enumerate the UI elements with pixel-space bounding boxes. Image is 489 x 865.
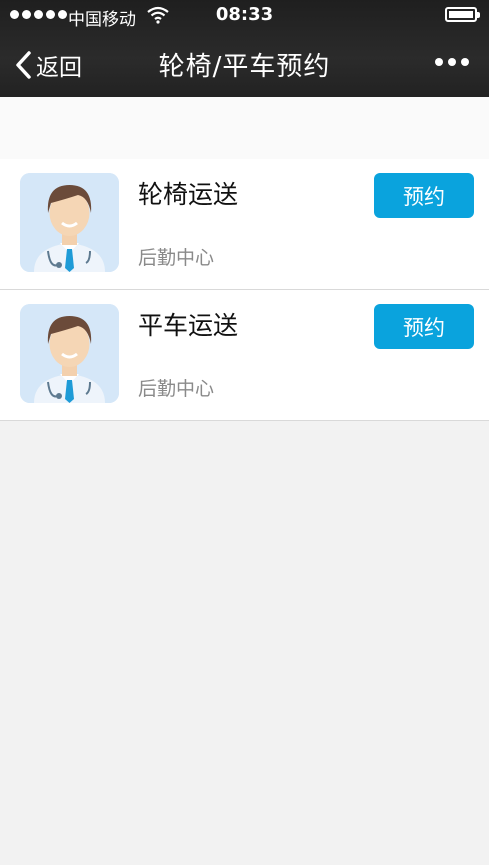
book-button[interactable]: 预约 (374, 304, 474, 349)
navigation-bar: 返回 轮椅/平车预约 (0, 32, 489, 97)
clock: 08:33 (215, 4, 274, 25)
more-options-icon[interactable] (435, 58, 469, 66)
doctor-avatar (20, 304, 119, 403)
page-title: 轮椅/平车预约 (158, 52, 331, 82)
doctor-avatar (20, 173, 119, 272)
status-bar: 中国移动 08:33 (0, 0, 489, 32)
list-item: 平车运送 后勤中心 预约 (0, 290, 489, 421)
list-item: 轮椅运送 后勤中心 预约 (0, 159, 489, 290)
book-button[interactable]: 预约 (374, 173, 474, 218)
battery-icon (445, 7, 480, 22)
department-label: 后勤中心 (138, 378, 215, 400)
department-label: 后勤中心 (138, 247, 215, 269)
service-name: 平车运送 (138, 311, 239, 340)
service-name: 轮椅运送 (138, 180, 239, 209)
service-list: 轮椅运送 后勤中心 预约 平车运送 后勤中心 预约 (0, 159, 489, 421)
top-bar: 中国移动 08:33 返回 轮椅/平车预约 (0, 0, 489, 97)
header-spacer (0, 97, 489, 160)
